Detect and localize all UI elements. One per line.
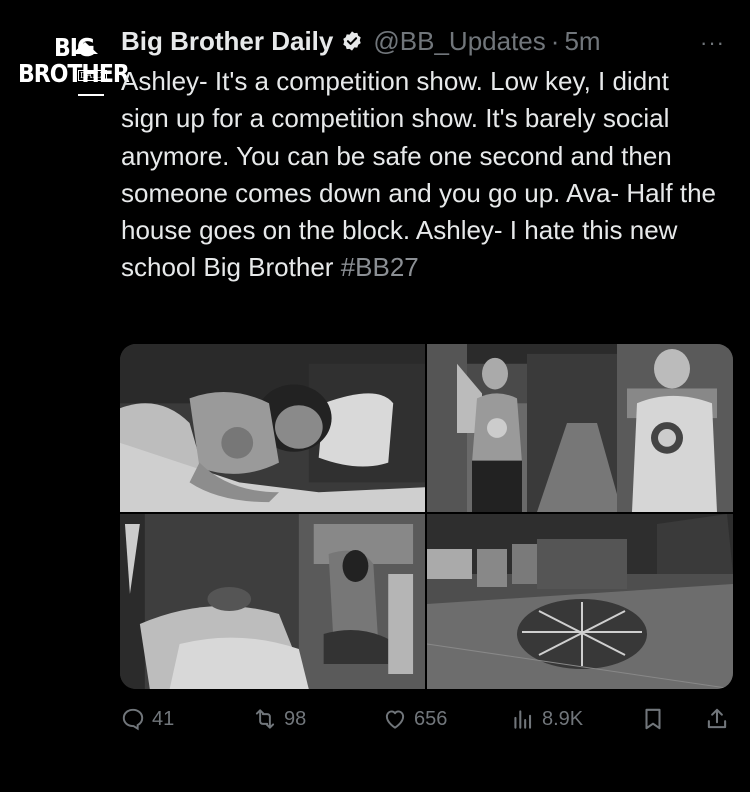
repost-count: 98 [284, 707, 307, 730]
repost-icon [255, 709, 275, 729]
verified-badge-icon[interactable] [341, 30, 363, 52]
action-bar: 41 98 656 8.9K [120, 706, 735, 738]
like-count: 656 [414, 707, 448, 730]
media-image-3[interactable] [120, 514, 427, 689]
media-image-4[interactable] [427, 514, 733, 689]
hashtag-link[interactable]: #BB27 [341, 252, 419, 282]
bookmark-button[interactable] [640, 706, 672, 732]
tweet-text: Ashley- It's a competition show. Low key… [121, 63, 721, 287]
views-icon [514, 710, 532, 729]
views-button[interactable]: 8.9K [510, 706, 583, 732]
like-button[interactable]: 656 [382, 706, 447, 732]
share-button[interactable] [704, 706, 736, 732]
reply-button[interactable]: 41 [120, 706, 174, 732]
bookmark-icon [645, 708, 661, 730]
handle[interactable]: @BB_Updates [373, 26, 545, 57]
media-image-2[interactable] [427, 344, 733, 514]
avatar-daily: DAILY [78, 70, 108, 81]
reply-count: 41 [152, 707, 175, 730]
media-image-1[interactable] [120, 344, 427, 514]
avatar[interactable]: BIG BROTHER DAILY [14, 34, 130, 100]
avatar-underline [78, 94, 104, 96]
display-name[interactable]: Big Brother Daily [121, 26, 333, 57]
separator-dot: · [550, 25, 560, 56]
avatar-line1: BIG [54, 34, 95, 63]
media-grid[interactable] [120, 344, 733, 689]
share-icon [707, 708, 727, 729]
like-icon [385, 710, 405, 729]
views-count: 8.9K [542, 707, 584, 730]
reply-icon [122, 708, 144, 731]
more-icon[interactable]: ··· [700, 30, 725, 56]
timestamp[interactable]: 5m [564, 26, 600, 57]
tweet-header: Big Brother Daily @BB_Updates · 5m [121, 24, 601, 58]
avatar-line2: BROTHER [18, 60, 130, 89]
tweet-body: Ashley- It's a competition show. Low key… [121, 66, 717, 283]
repost-button[interactable]: 98 [252, 706, 306, 732]
